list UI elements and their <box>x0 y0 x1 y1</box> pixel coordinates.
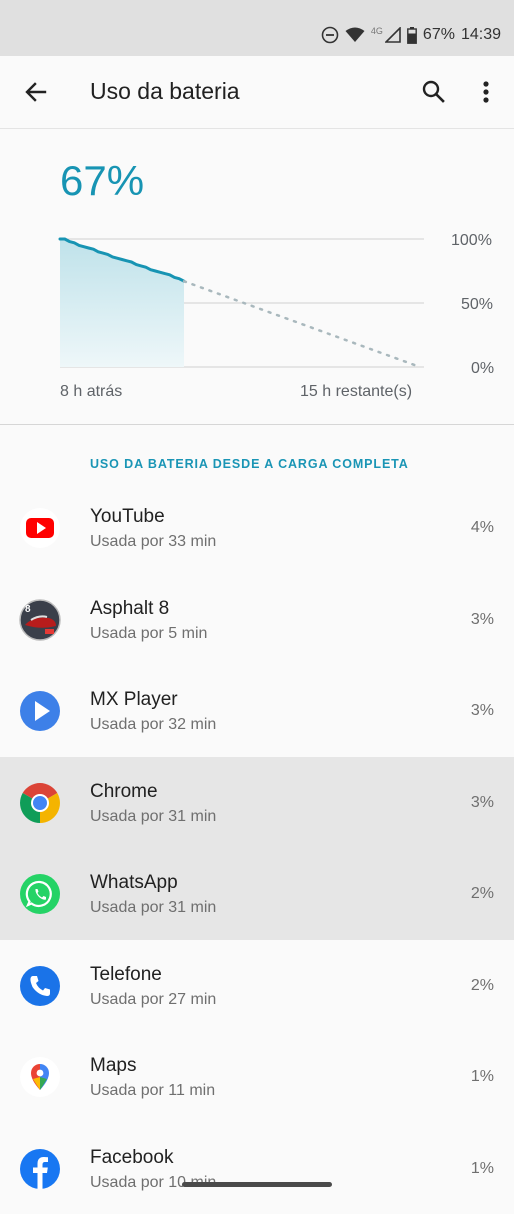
network-type: 4G <box>371 26 383 36</box>
arrow-left-icon <box>20 76 52 108</box>
status-icons: 4G 67% 14:39 <box>321 24 501 46</box>
more-options-button[interactable] <box>472 76 500 108</box>
svg-text:8: 8 <box>25 604 31 615</box>
y-label-0: 0% <box>471 360 494 378</box>
mx-player-icon <box>19 690 61 732</box>
app-row-mx-player[interactable]: MX Player Usada por 32 min 3% <box>0 665 514 757</box>
app-usage-list: YouTube Usada por 33 min 4% 8 Asphalt 8 … <box>0 482 514 1214</box>
more-vert-icon <box>472 76 500 108</box>
wifi-icon <box>345 27 365 43</box>
section-header: USO DA BATERIA DESDE A CARGA COMPLETA <box>90 457 409 471</box>
app-battery-percent: 2% <box>471 977 494 995</box>
app-row-whatsapp[interactable]: WhatsApp Usada por 31 min 2% <box>0 848 514 940</box>
maps-icon <box>19 1056 61 1098</box>
app-usage-time: Usada por 31 min <box>90 899 216 917</box>
app-name: Chrome <box>90 781 158 803</box>
page-title: Uso da bateria <box>90 78 240 105</box>
search-button[interactable] <box>418 76 450 108</box>
app-row-telefone[interactable]: Telefone Usada por 27 min 2% <box>0 940 514 1032</box>
app-name: Maps <box>90 1055 136 1077</box>
chrome-icon <box>19 782 61 824</box>
battery-summary: 67% 100% 50% 0% 8 h atrás 15 h restante(… <box>0 129 514 424</box>
battery-percent: 67% <box>423 26 455 44</box>
search-icon <box>418 76 450 108</box>
app-battery-percent: 3% <box>471 794 494 812</box>
battery-icon <box>407 27 417 44</box>
app-name: YouTube <box>90 506 165 528</box>
app-usage-time: Usada por 32 min <box>90 716 216 734</box>
asphalt-icon: 8 <box>19 599 61 641</box>
app-name: Asphalt 8 <box>90 598 169 620</box>
app-usage-time: Usada por 5 min <box>90 625 207 643</box>
clock: 14:39 <box>461 26 501 44</box>
phone-icon <box>19 965 61 1007</box>
youtube-icon <box>19 507 61 549</box>
app-battery-percent: 3% <box>471 702 494 720</box>
dnd-icon <box>321 26 339 44</box>
app-name: Facebook <box>90 1147 173 1169</box>
app-usage-time: Usada por 31 min <box>90 808 216 826</box>
y-label-100: 100% <box>451 232 492 250</box>
section-divider <box>0 424 514 425</box>
app-name: Telefone <box>90 964 162 986</box>
app-row-youtube[interactable]: YouTube Usada por 33 min 4% <box>0 482 514 574</box>
y-label-50: 50% <box>461 296 493 314</box>
app-battery-percent: 1% <box>471 1068 494 1086</box>
app-battery-percent: 2% <box>471 885 494 903</box>
app-battery-percent: 4% <box>471 519 494 537</box>
app-row-facebook[interactable]: Facebook Usada por 10 min 1% <box>0 1123 514 1214</box>
whatsapp-icon <box>19 873 61 915</box>
signal-icon <box>385 27 401 43</box>
facebook-icon <box>19 1148 61 1190</box>
battery-chart <box>0 129 514 424</box>
back-button[interactable] <box>20 76 52 108</box>
app-row-maps[interactable]: Maps Usada por 11 min 1% <box>0 1031 514 1123</box>
app-battery-percent: 3% <box>471 611 494 629</box>
app-name: WhatsApp <box>90 872 178 894</box>
app-usage-time: Usada por 11 min <box>90 1082 215 1100</box>
app-row-chrome[interactable]: Chrome Usada por 31 min 3% <box>0 757 514 849</box>
gesture-nav-handle[interactable] <box>182 1182 332 1187</box>
app-row-asphalt-8[interactable]: 8 Asphalt 8 Usada por 5 min 3% <box>0 574 514 666</box>
x-label-start: 8 h atrás <box>60 383 122 401</box>
app-name: MX Player <box>90 689 178 711</box>
app-usage-time: Usada por 27 min <box>90 991 216 1009</box>
app-bar: Uso da bateria <box>0 56 514 129</box>
app-usage-time: Usada por 33 min <box>90 533 216 551</box>
x-label-end: 15 h restante(s) <box>300 383 412 401</box>
status-bar: 4G 67% 14:39 <box>0 0 514 56</box>
battery-projection <box>184 281 420 367</box>
app-battery-percent: 1% <box>471 1160 494 1178</box>
